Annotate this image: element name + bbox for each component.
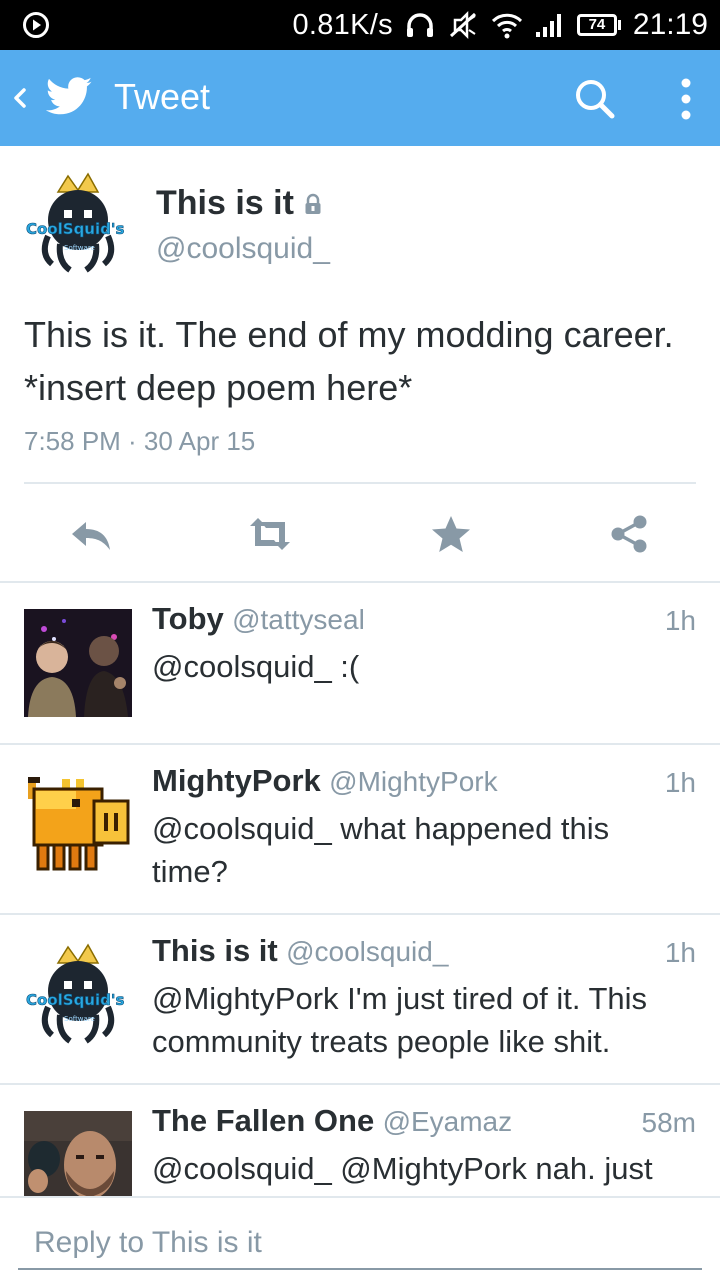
lock-icon [305,193,321,214]
list-item[interactable]: The Fallen One @Eyamaz 58m @coolsquid_ @… [0,1085,720,1196]
avatar-brand-text: CoolSquid's [26,220,124,238]
reply-author-handle[interactable]: @MightyPork [329,766,497,797]
back-chevron-icon[interactable] [10,80,30,116]
divider [24,482,696,484]
reply-author-name[interactable]: This is it [152,933,278,968]
status-bar: 0.81K/s 74 21:19 [0,0,720,50]
reply-bar [0,1196,720,1280]
main-tweet: CoolSquid's Software This is it @coolsqu… [0,146,720,583]
reply-author-handle[interactable]: @coolsquid_ [286,936,448,967]
list-item[interactable]: CoolSquid's Software This is it @coolsqu… [0,915,720,1083]
share-icon[interactable] [606,514,654,554]
reply-text: @MightyPork I'm just tired of it. This c… [152,981,648,1059]
network-speed: 0.81K/s [292,8,393,41]
favorite-star-icon[interactable] [427,514,475,554]
reply-icon[interactable] [66,514,114,554]
avatar-sub-text: Software [64,1015,95,1023]
wifi-icon [491,11,523,39]
avatar-brand-text: CoolSquid's [26,991,124,1009]
reply-timestamp: 1h [664,605,696,636]
reply-author-handle[interactable]: @tattyseal [232,604,365,635]
avatar[interactable] [24,609,132,717]
headphones-icon [405,11,435,39]
author-name[interactable]: This is it [156,184,294,223]
signal-icon [535,12,565,38]
reply-author-name[interactable]: MightyPork [152,763,321,798]
overflow-menu-icon[interactable] [668,74,704,124]
reply-timestamp: 1h [664,767,696,798]
reply-text: @coolsquid_ @MightyPork nah. just [152,1151,653,1186]
mute-icon [447,10,479,40]
avatar[interactable] [24,1111,132,1196]
list-item[interactable]: Toby @tattyseal 1h @coolsquid_ :( [0,583,720,743]
reply-author-handle[interactable]: @Eyamaz [383,1106,513,1137]
battery-level: 74 [576,14,617,36]
avatar-sub-text: Software [64,244,95,252]
avatar[interactable] [24,771,132,879]
tweet-timestamp: 7:58 PM · 30 Apr 15 [24,426,256,456]
reply-author-name[interactable]: The Fallen One [152,1103,374,1138]
author-handle[interactable]: @coolsquid_ [156,232,330,266]
retweet-icon[interactable] [246,514,294,554]
reply-timestamp: 1h [664,937,696,968]
avatar[interactable]: CoolSquid's Software [24,170,132,278]
reply-text: @coolsquid_ what happened this time? [152,811,610,889]
reply-text: @coolsquid_ :( [152,649,360,684]
page-title: Tweet [114,76,211,117]
reply-input[interactable] [18,1218,702,1270]
twitter-bird-icon[interactable] [44,72,94,122]
reply-timestamp: 58m [641,1107,696,1138]
list-item[interactable]: MightyPork @MightyPork 1h @coolsquid_ wh… [0,745,720,913]
tweet-actions [0,506,720,562]
reply-author-name[interactable]: Toby [152,601,224,636]
avatar[interactable]: CoolSquid's Software [24,941,132,1049]
battery-icon: 74 [576,14,621,36]
app-bar: Tweet [0,50,720,146]
tweet-text: This is it. The end of my modding career… [24,314,674,408]
clock: 21:19 [632,8,708,41]
play-icon [23,12,49,38]
search-icon[interactable] [572,76,618,122]
